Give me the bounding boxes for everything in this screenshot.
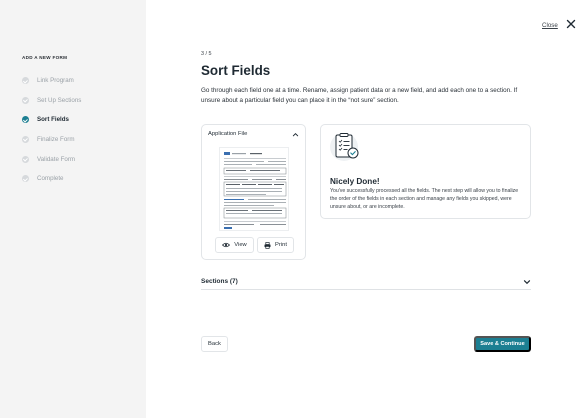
- print-button[interactable]: Print: [257, 237, 294, 253]
- check-icon: [22, 155, 29, 163]
- document-check-icon: [330, 133, 359, 161]
- document-preview-image: [223, 152, 287, 229]
- step-label: Finalize Form: [37, 136, 75, 144]
- sections-accordion[interactable]: Sections (7): [201, 276, 531, 290]
- step-label: Sort Fields: [37, 116, 69, 124]
- step-label: Validate Form: [37, 155, 76, 163]
- sidebar-title: ADD A NEW FORM: [22, 55, 68, 60]
- sidebar: ADD A NEW FORM Link Program Set Up Secti…: [0, 0, 146, 418]
- back-button[interactable]: Back: [201, 336, 228, 352]
- view-button[interactable]: View: [215, 237, 254, 253]
- sections-label: Sections (7): [201, 278, 238, 285]
- close-link[interactable]: Close: [542, 22, 558, 29]
- step-finalize-form[interactable]: Finalize Form: [22, 130, 81, 150]
- step-set-up-sections[interactable]: Set Up Sections: [22, 91, 81, 111]
- nicely-done-card: Nicely Done! You've successfully process…: [320, 124, 531, 219]
- done-message: You've successfully processed all the fi…: [330, 188, 519, 210]
- check-icon: [22, 96, 29, 104]
- page-description: Go through each field one at a time. Ren…: [201, 87, 518, 104]
- step-validate-form[interactable]: Validate Form: [22, 149, 81, 169]
- step-label: Link Program: [37, 77, 74, 85]
- step-complete[interactable]: Complete: [22, 169, 81, 189]
- step-list: Link Program Set Up Sections Sort Fields…: [22, 71, 81, 189]
- application-file-card: Application File View Print: [201, 124, 306, 260]
- save-continue-button[interactable]: Save & Continue: [474, 336, 531, 352]
- step-counter: 3 / 5: [201, 51, 212, 57]
- step-label: Set Up Sections: [37, 96, 82, 104]
- document-thumbnail[interactable]: [219, 147, 289, 231]
- step-label: Complete: [37, 175, 64, 183]
- done-title: Nicely Done!: [330, 177, 380, 186]
- print-label: Print: [275, 242, 287, 248]
- check-icon: [22, 116, 29, 124]
- step-link-program[interactable]: Link Program: [22, 71, 81, 91]
- chevron-up-icon[interactable]: [292, 131, 299, 138]
- eye-icon: [222, 242, 231, 248]
- close-icon[interactable]: [566, 19, 576, 29]
- chevron-down-icon[interactable]: [523, 278, 531, 286]
- check-icon: [22, 136, 29, 144]
- check-icon: [22, 77, 29, 85]
- step-sort-fields[interactable]: Sort Fields: [22, 110, 81, 130]
- view-label: View: [234, 242, 247, 248]
- file-card-title: Application File: [208, 131, 248, 137]
- page-title: Sort Fields: [201, 63, 271, 78]
- check-icon: [22, 175, 29, 183]
- printer-icon: [264, 241, 271, 249]
